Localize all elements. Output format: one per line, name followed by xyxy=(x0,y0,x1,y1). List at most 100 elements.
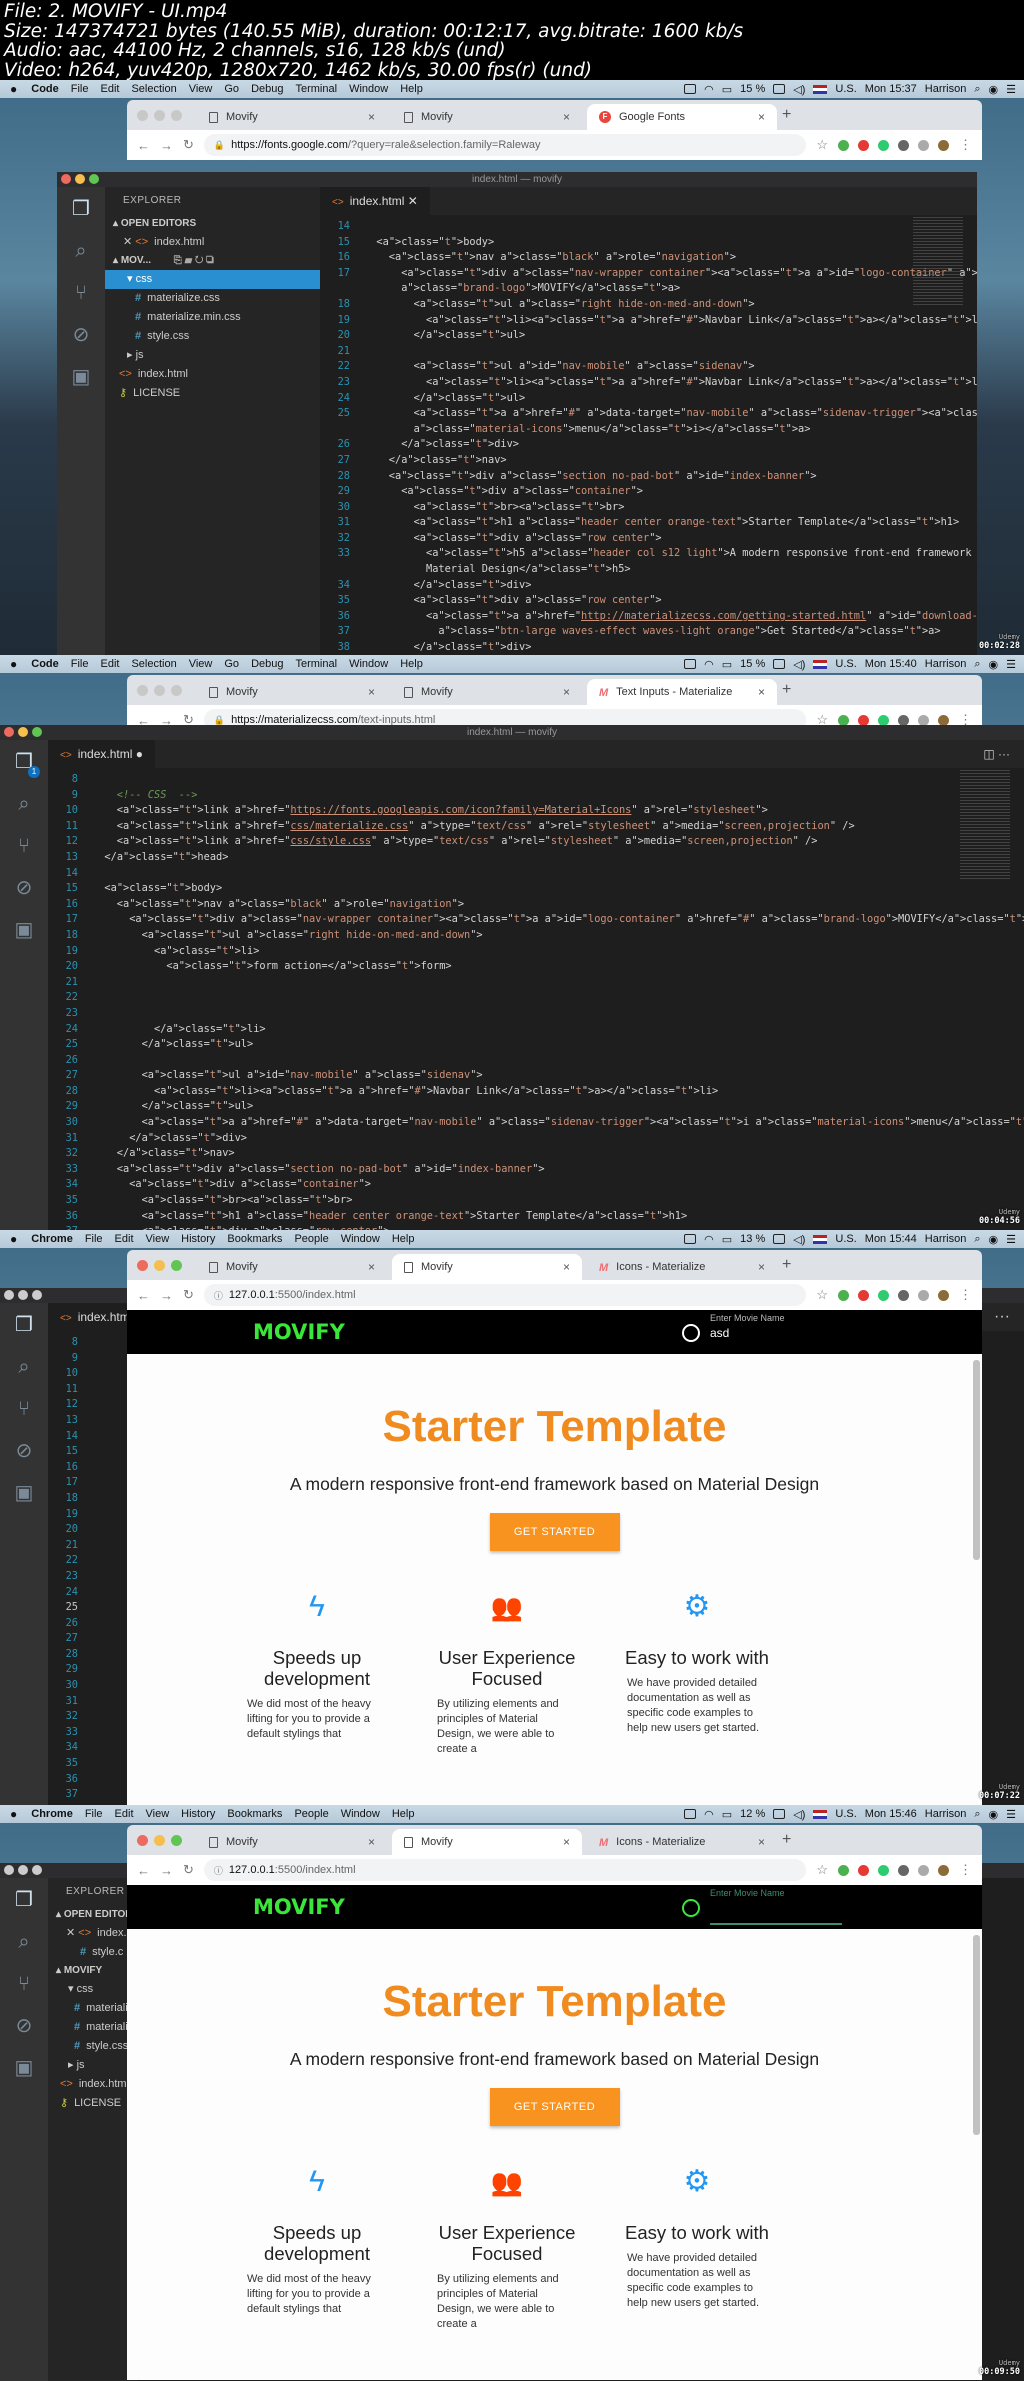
tag-extension-icon[interactable] xyxy=(858,1289,869,1301)
flag-icon[interactable] xyxy=(813,659,828,669)
new-tab-button[interactable]: + xyxy=(782,1256,791,1274)
menu-item[interactable]: People xyxy=(294,1808,328,1820)
menu-item[interactable]: File xyxy=(85,1233,103,1245)
browser-tab[interactable]: Movify × xyxy=(197,1829,387,1855)
back-icon[interactable]: ← xyxy=(137,1288,150,1303)
airplay-icon[interactable]: ▭ xyxy=(722,1233,732,1246)
open-editors-section[interactable]: ▴ OPEN EDITORS xyxy=(105,215,320,233)
browser-tab[interactable]: M Icons - Materialize × xyxy=(587,1254,777,1280)
search-icon[interactable]: ⌕ xyxy=(12,1355,36,1379)
tree-item[interactable]: <> index.htm xyxy=(48,2075,138,2094)
explorer-icon[interactable]: ❐ xyxy=(12,1888,36,1912)
browser-tab[interactable]: F Google Fonts × xyxy=(587,104,777,130)
tree-item[interactable]: # materialize.css xyxy=(105,289,320,308)
close-tab-icon[interactable]: ✕ xyxy=(404,194,418,208)
tree-item[interactable]: # materiali xyxy=(48,2018,138,2037)
browser-tab[interactable]: Movify × xyxy=(197,104,387,130)
editor-tab[interactable]: <> index.html ✕ xyxy=(320,187,430,215)
open-editor-item[interactable]: ✕ <> index. xyxy=(48,1924,138,1943)
browser-tab[interactable]: Movify × xyxy=(392,1254,582,1280)
source-control-icon[interactable]: ⑂ xyxy=(12,1397,36,1421)
pin-extension-icon[interactable] xyxy=(898,1864,909,1876)
grammarly-icon[interactable] xyxy=(878,139,889,151)
close-tab-icon[interactable]: × xyxy=(563,1835,570,1849)
editor-tab[interactable]: <> index.html ● xyxy=(48,740,155,768)
close-tab-icon[interactable]: × xyxy=(758,110,765,124)
minimize-window-button[interactable] xyxy=(154,110,165,121)
pin-extension-icon[interactable] xyxy=(898,139,909,151)
menu-user[interactable]: Harrison xyxy=(925,658,967,670)
minimize-window-button[interactable] xyxy=(18,1865,28,1875)
apple-menu-icon[interactable]: ● xyxy=(10,1232,17,1246)
input-source[interactable]: U.S. xyxy=(835,83,856,95)
get-started-button[interactable]: GET STARTED xyxy=(489,1513,620,1551)
minimap[interactable] xyxy=(913,217,963,307)
close-window-button[interactable] xyxy=(61,174,71,184)
close-tab-icon[interactable]: × xyxy=(368,1835,375,1849)
volume-icon[interactable]: ◁) xyxy=(793,1808,805,1821)
close-tab-icon[interactable]: × xyxy=(368,685,375,699)
flag-icon[interactable] xyxy=(813,1809,828,1819)
menu-item[interactable]: Window xyxy=(341,1233,380,1245)
close-editor-icon[interactable]: ✕ xyxy=(123,236,135,248)
browser-tab[interactable]: M Text Inputs - Materialize × xyxy=(587,679,777,705)
back-icon[interactable]: ← xyxy=(137,1863,150,1878)
new-tab-button[interactable]: + xyxy=(782,1831,791,1849)
zoom-window-button[interactable] xyxy=(32,1290,42,1300)
browser-tab[interactable]: M Icons - Materialize × xyxy=(587,1829,777,1855)
pin-extension-icon[interactable] xyxy=(898,1289,909,1301)
project-section[interactable]: ▴ MOV... ⎘ ▰ ↻ ❏ xyxy=(105,252,320,270)
apple-menu-icon[interactable]: ● xyxy=(10,82,17,96)
profile-avatar[interactable] xyxy=(938,1864,949,1876)
search-icon[interactable]: ⌕ xyxy=(12,1930,36,1954)
eyedropper-extension-icon[interactable] xyxy=(838,1289,849,1301)
more-actions-icon[interactable]: ··· xyxy=(994,1303,1024,1331)
page-scrollbar[interactable] xyxy=(973,1360,980,1560)
close-window-button[interactable] xyxy=(4,1290,14,1300)
reload-icon[interactable]: ↻ xyxy=(183,1287,194,1303)
notification-center-icon[interactable]: ☰ xyxy=(1006,658,1016,671)
menu-item[interactable]: View xyxy=(146,1808,170,1820)
close-tab-icon[interactable]: × xyxy=(758,685,765,699)
menu-item[interactable]: Edit xyxy=(100,658,119,670)
menu-item[interactable]: Edit xyxy=(115,1233,134,1245)
menu-item[interactable]: File xyxy=(71,658,89,670)
project-section[interactable]: ▴ MOVIFY xyxy=(48,1962,138,1980)
input-source[interactable]: U.S. xyxy=(835,658,856,670)
reload-icon[interactable]: ↻ xyxy=(183,137,194,153)
menu-item[interactable]: File xyxy=(71,83,89,95)
zoom-window-button[interactable] xyxy=(171,1260,182,1271)
extensions-icon[interactable]: ▣ xyxy=(12,1481,36,1505)
menu-item[interactable]: Help xyxy=(400,658,423,670)
minimize-window-button[interactable] xyxy=(75,174,85,184)
apple-menu-icon[interactable]: ● xyxy=(10,1807,17,1821)
menu-clock[interactable]: Mon 15:40 xyxy=(865,658,917,670)
battery-icon[interactable] xyxy=(773,84,786,94)
pin-extension-icon[interactable] xyxy=(898,714,909,726)
spotlight-icon[interactable]: ⌕ xyxy=(974,1808,980,1821)
grammarly-icon[interactable] xyxy=(878,1289,889,1301)
forward-icon[interactable]: → xyxy=(160,1288,173,1303)
extension-icon[interactable] xyxy=(918,139,929,151)
browser-tab[interactable]: Movify × xyxy=(197,1254,387,1280)
tag-extension-icon[interactable] xyxy=(858,1864,869,1876)
menu-item[interactable]: Terminal xyxy=(295,83,337,95)
close-window-button[interactable] xyxy=(4,727,14,737)
close-window-button[interactable] xyxy=(137,685,148,696)
battery-icon[interactable] xyxy=(773,1234,786,1244)
close-window-button[interactable] xyxy=(137,110,148,121)
forward-icon[interactable]: → xyxy=(160,1863,173,1878)
zoom-window-button[interactable] xyxy=(171,110,182,121)
menu-item[interactable]: Edit xyxy=(100,83,119,95)
source-control-icon[interactable]: ⑂ xyxy=(12,834,36,858)
wifi-icon[interactable]: ◠ xyxy=(704,658,714,671)
split-editor-icon[interactable]: ◫ ··· xyxy=(983,740,1024,768)
unsaved-dot-icon[interactable]: ● xyxy=(132,747,143,761)
browser-tab[interactable]: Movify × xyxy=(392,104,582,130)
menu-app-name[interactable]: Code xyxy=(31,658,59,670)
tree-item[interactable]: ▸ js xyxy=(48,2056,138,2075)
airplay-icon[interactable]: ▭ xyxy=(722,83,732,96)
tree-item[interactable]: <> index.html xyxy=(105,365,320,384)
profile-avatar[interactable] xyxy=(938,1289,949,1301)
battery-icon[interactable] xyxy=(773,1809,786,1819)
